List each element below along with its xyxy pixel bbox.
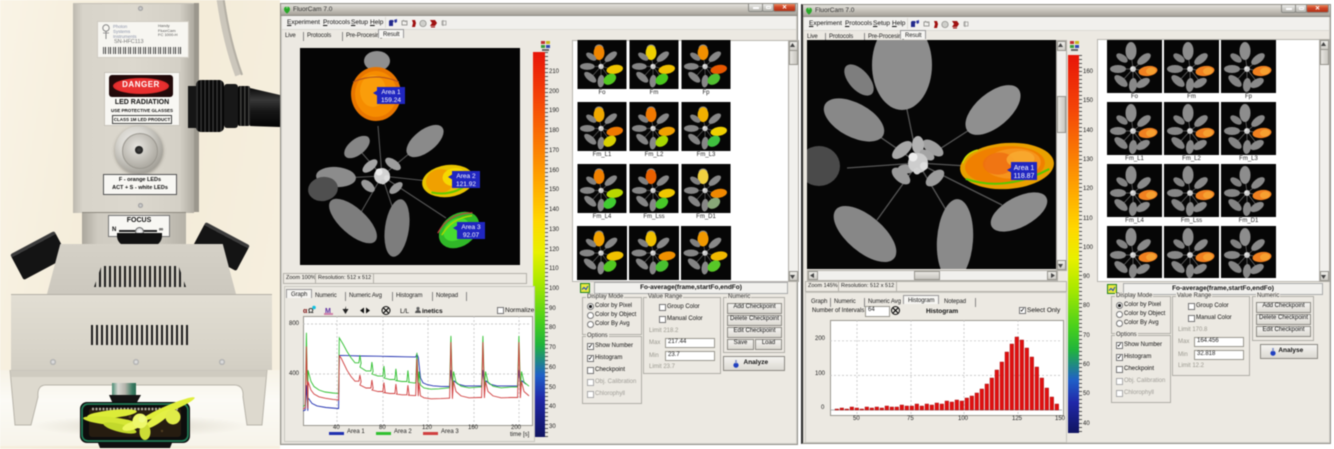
svg-text:Area 3: Area 3	[461, 224, 481, 231]
svg-text:92.07: 92.07	[463, 232, 480, 239]
svg-text:Area 1: Area 1	[381, 89, 401, 96]
svg-text:118.87: 118.87	[1014, 173, 1035, 180]
svg-text:Area 2: Area 2	[456, 173, 476, 180]
svg-text:L/L: L/L	[400, 308, 409, 315]
svg-text:159.24: 159.24	[381, 97, 401, 104]
svg-text:inetics: inetics	[422, 308, 443, 315]
svg-text:121.92: 121.92	[456, 181, 476, 188]
svg-text:Area 1: Area 1	[1014, 165, 1035, 172]
